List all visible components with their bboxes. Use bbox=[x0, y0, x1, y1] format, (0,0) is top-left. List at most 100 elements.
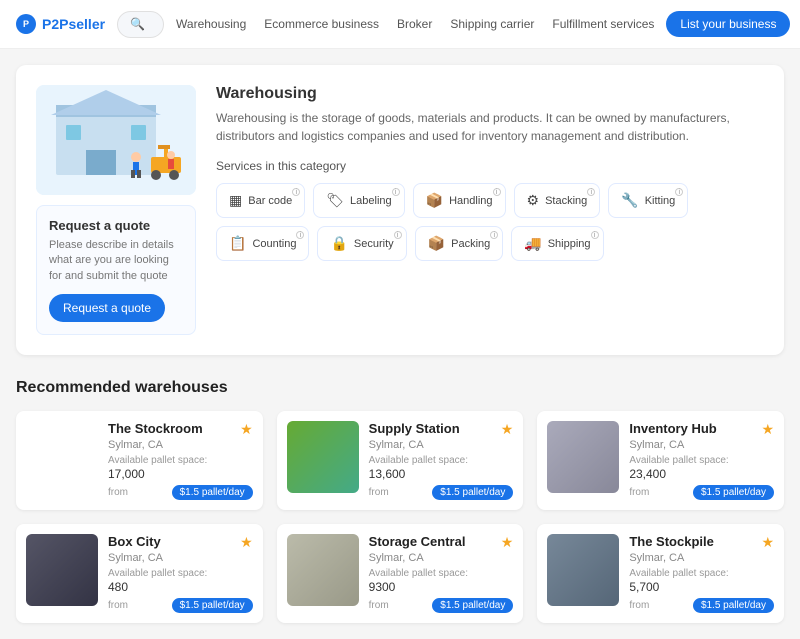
warehouse-card[interactable]: Inventory Hub ★ Sylmar, CA Available pal… bbox=[537, 411, 784, 510]
warehouse-name: Inventory Hub bbox=[629, 421, 716, 436]
warehouse-footer: from $1.5 pallet/day bbox=[369, 598, 514, 613]
from-text: from bbox=[629, 600, 649, 611]
price-badge: $1.5 pallet/day bbox=[432, 485, 513, 500]
service-item-stacking[interactable]: ⚙ Stacking i bbox=[514, 183, 601, 218]
service-label: Handling bbox=[449, 195, 492, 207]
warehouse-thumbnail bbox=[547, 421, 619, 493]
from-text: from bbox=[629, 487, 649, 498]
warehouses-grid: The Stockroom ★ Sylmar, CA Available pal… bbox=[16, 411, 784, 623]
price-badge: $1.5 pallet/day bbox=[172, 598, 253, 613]
warehouse-location: Sylmar, CA bbox=[369, 552, 514, 564]
warehouse-footer: from $1.5 pallet/day bbox=[369, 485, 514, 500]
nav-links: Warehousing Ecommerce business Broker Sh… bbox=[176, 17, 654, 31]
service-icon: 🏷 bbox=[326, 192, 344, 209]
service-item-packing[interactable]: 📦 Packing i bbox=[415, 226, 504, 261]
warehouse-name-row: Box City ★ bbox=[108, 534, 253, 551]
star-icon: ★ bbox=[761, 534, 774, 551]
warehouse-thumbnail bbox=[287, 421, 359, 493]
service-item-labeling[interactable]: 🏷 Labeling i bbox=[313, 183, 404, 218]
warehouse-info: The Stockroom ★ Sylmar, CA Available pal… bbox=[108, 421, 253, 500]
nav-warehousing[interactable]: Warehousing bbox=[176, 17, 246, 31]
service-item-kitting[interactable]: 🔧 Kitting i bbox=[608, 183, 688, 218]
warehouse-footer: from $1.5 pallet/day bbox=[108, 598, 253, 613]
service-label: Shipping bbox=[548, 238, 591, 250]
warehouse-name-row: Storage Central ★ bbox=[369, 534, 514, 551]
pallet-count: 13,600 bbox=[369, 467, 514, 481]
warehouse-location: Sylmar, CA bbox=[108, 439, 253, 451]
warehouse-name-row: The Stockroom ★ bbox=[108, 421, 253, 438]
warehouse-card[interactable]: Storage Central ★ Sylmar, CA Available p… bbox=[277, 524, 524, 623]
warehouse-location: Sylmar, CA bbox=[108, 552, 253, 564]
recommended-section: Recommended warehouses The Stockroom ★ S… bbox=[16, 379, 784, 623]
info-dot: i bbox=[591, 231, 599, 239]
service-icon: 🔧 bbox=[621, 192, 638, 209]
info-dot: i bbox=[392, 188, 400, 196]
star-icon: ★ bbox=[240, 421, 253, 438]
warehouse-info: The Stockpile ★ Sylmar, CA Available pal… bbox=[629, 534, 774, 613]
price-badge: $1.5 pallet/day bbox=[693, 485, 774, 500]
service-icon: 🔒 bbox=[330, 235, 347, 252]
request-quote-button[interactable]: Request a quote bbox=[49, 294, 165, 322]
warehousing-title: Warehousing bbox=[216, 85, 764, 103]
header: P P2Pseller 🔍 Warehousing Ecommerce busi… bbox=[0, 0, 800, 49]
warehouse-info: Supply Station ★ Sylmar, CA Available pa… bbox=[369, 421, 514, 500]
info-dot: i bbox=[587, 188, 595, 196]
pallet-label: Available pallet space: bbox=[108, 568, 253, 579]
warehouse-location: Sylmar, CA bbox=[629, 439, 774, 451]
warehouse-thumbnail bbox=[547, 534, 619, 606]
list-business-button[interactable]: List your business bbox=[666, 11, 790, 37]
service-icon: 📦 bbox=[428, 235, 445, 252]
warehouse-name-row: Supply Station ★ bbox=[369, 421, 514, 438]
pallet-count: 9300 bbox=[369, 580, 514, 594]
quote-title: Request a quote bbox=[49, 218, 183, 233]
warehouse-footer: from $1.5 pallet/day bbox=[629, 485, 774, 500]
warehouse-card[interactable]: The Stockroom ★ Sylmar, CA Available pal… bbox=[16, 411, 263, 510]
star-icon: ★ bbox=[761, 421, 774, 438]
price-badge: $1.5 pallet/day bbox=[172, 485, 253, 500]
warehouse-card[interactable]: The Stockpile ★ Sylmar, CA Available pal… bbox=[537, 524, 784, 623]
pallet-label: Available pallet space: bbox=[629, 455, 774, 466]
service-item-handling[interactable]: 📦 Handling i bbox=[413, 183, 506, 218]
from-text: from bbox=[369, 487, 389, 498]
logo-icon: P bbox=[16, 14, 36, 34]
pallet-count: 23,400 bbox=[629, 467, 774, 481]
nav-shipping[interactable]: Shipping carrier bbox=[450, 17, 534, 31]
warehouse-info: Box City ★ Sylmar, CA Available pallet s… bbox=[108, 534, 253, 613]
search-bar[interactable]: 🔍 bbox=[117, 11, 164, 38]
warehouse-thumbnail bbox=[26, 534, 98, 606]
warehouse-name: Box City bbox=[108, 534, 161, 549]
pallet-count: 5,700 bbox=[629, 580, 774, 594]
service-item-shipping[interactable]: 🚚 Shipping i bbox=[511, 226, 603, 261]
service-label: Kitting bbox=[645, 195, 676, 207]
service-item-bar-code[interactable]: ▦ Bar code i bbox=[216, 183, 305, 218]
pallet-label: Available pallet space: bbox=[369, 455, 514, 466]
warehouse-info: Inventory Hub ★ Sylmar, CA Available pal… bbox=[629, 421, 774, 500]
nav-broker[interactable]: Broker bbox=[397, 17, 432, 31]
service-label: Counting bbox=[252, 238, 296, 250]
logo-text: P2Pseller bbox=[42, 16, 105, 32]
warehouse-name: Supply Station bbox=[369, 421, 460, 436]
warehouse-info: Storage Central ★ Sylmar, CA Available p… bbox=[369, 534, 514, 613]
service-item-security[interactable]: 🔒 Security i bbox=[317, 226, 406, 261]
warehouse-card[interactable]: Box City ★ Sylmar, CA Available pallet s… bbox=[16, 524, 263, 623]
service-icon: 📋 bbox=[229, 235, 246, 252]
logo[interactable]: P P2Pseller bbox=[16, 14, 105, 34]
price-badge: $1.5 pallet/day bbox=[693, 598, 774, 613]
quote-desc: Please describe in details what are you … bbox=[49, 238, 183, 284]
warehouse-name-row: The Stockpile ★ bbox=[629, 534, 774, 551]
warehouse-card[interactable]: Supply Station ★ Sylmar, CA Available pa… bbox=[277, 411, 524, 510]
nav-fulfillment[interactable]: Fulfillment services bbox=[552, 17, 654, 31]
info-dot: i bbox=[296, 231, 304, 239]
service-label: Packing bbox=[451, 238, 490, 250]
warehouse-name-row: Inventory Hub ★ bbox=[629, 421, 774, 438]
service-label: Security bbox=[354, 238, 394, 250]
pallet-count: 480 bbox=[108, 580, 253, 594]
pallet-count: 17,000 bbox=[108, 467, 253, 481]
pallet-label: Available pallet space: bbox=[629, 568, 774, 579]
service-icon: 📦 bbox=[426, 192, 443, 209]
nav-ecommerce[interactable]: Ecommerce business bbox=[264, 17, 379, 31]
warehousing-info: Warehousing Warehousing is the storage o… bbox=[216, 85, 764, 335]
service-item-counting[interactable]: 📋 Counting i bbox=[216, 226, 309, 261]
warehouse-footer: from $1.5 pallet/day bbox=[629, 598, 774, 613]
warehouse-name: The Stockpile bbox=[629, 534, 714, 549]
